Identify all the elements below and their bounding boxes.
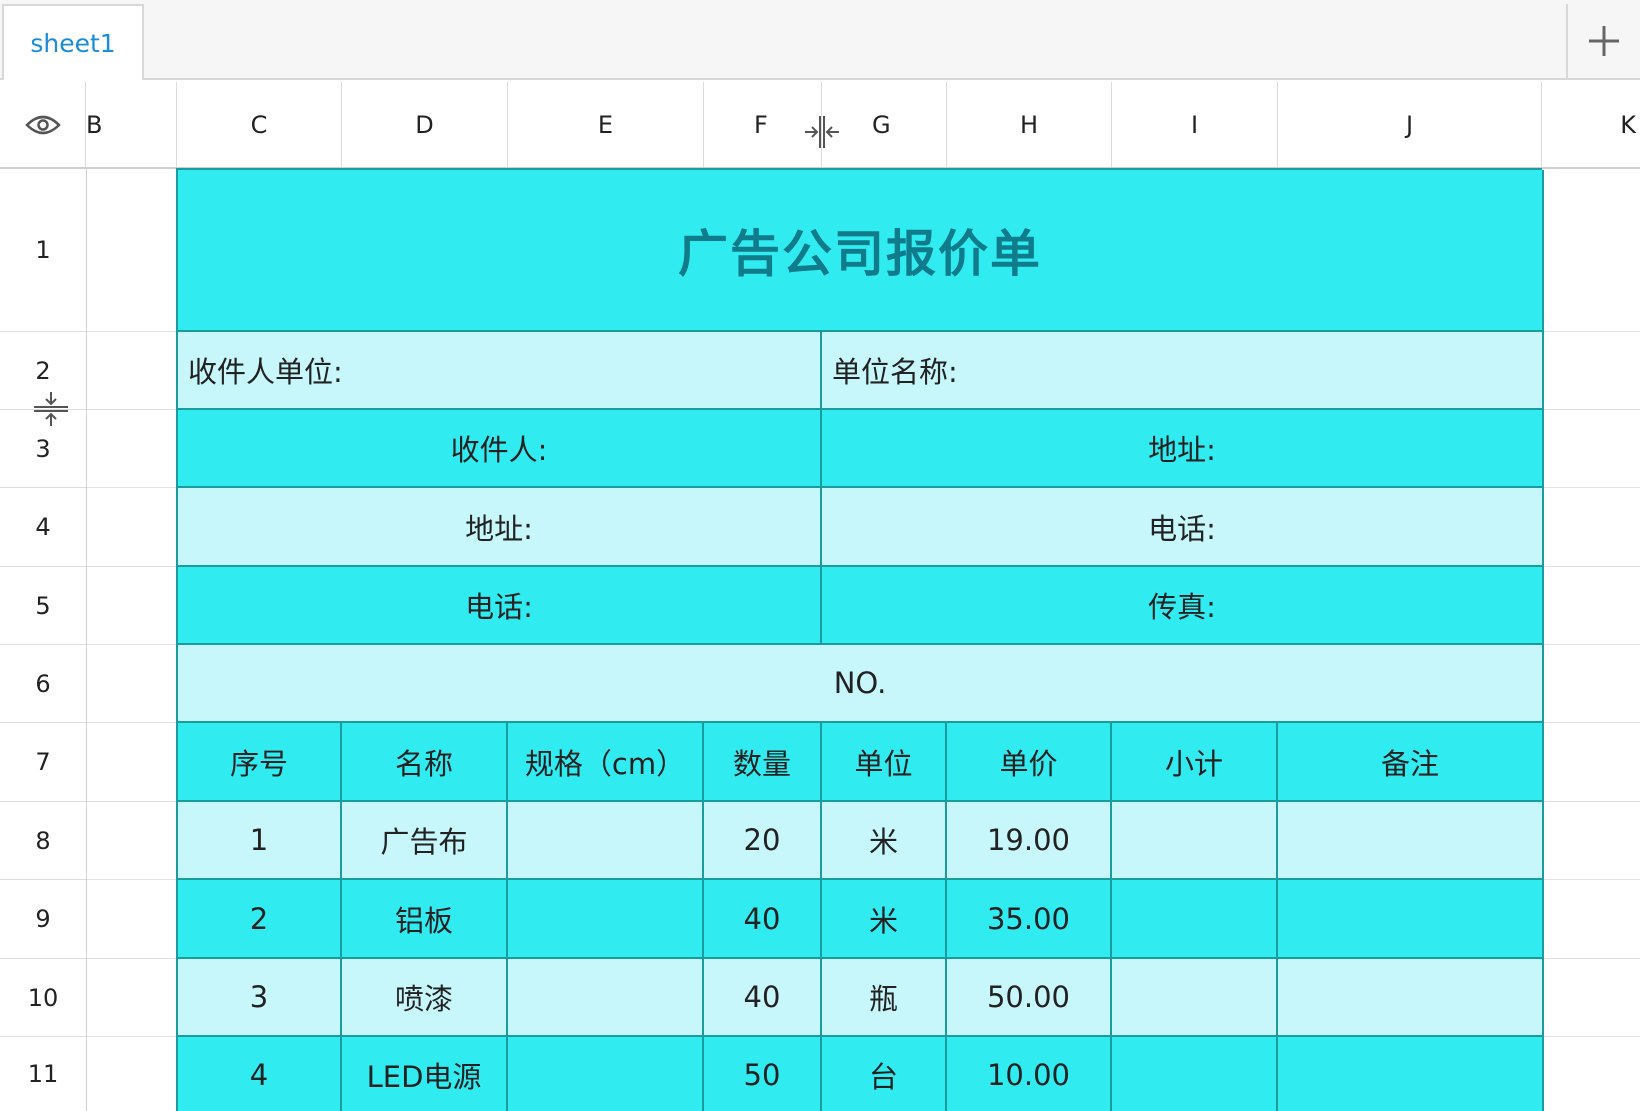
item-subtotal-cell[interactable] — [1112, 802, 1278, 880]
header-price[interactable]: 单价 — [947, 723, 1112, 802]
sheet-tab-bar: sheet1 — [0, 0, 1640, 80]
unit-name-cell[interactable]: 单位名称: — [822, 332, 1544, 410]
item-qty-cell[interactable]: 40 — [704, 880, 822, 959]
plus-icon — [1589, 26, 1619, 56]
column-header-i[interactable]: I — [1112, 82, 1278, 168]
grid-line — [87, 487, 176, 488]
eye-icon[interactable] — [24, 113, 61, 137]
item-unit-cell[interactable]: 米 — [822, 880, 947, 959]
header-subtotal[interactable]: 小计 — [1112, 723, 1278, 802]
item-index-cell[interactable]: 2 — [178, 880, 342, 959]
item-name-cell[interactable]: LED电源 — [342, 1037, 508, 1111]
row-header-11[interactable]: 11 — [0, 1037, 86, 1111]
sheet-tab-sheet1[interactable]: sheet1 — [2, 4, 144, 80]
row-resize-icon[interactable] — [32, 390, 70, 428]
select-all-corner[interactable] — [0, 82, 86, 168]
spreadsheet-app: sheet1 B C D E F G H I J K 1 2 3 4 5 6 7… — [0, 0, 1640, 1111]
recipient-unit-cell[interactable]: 收件人单位: — [178, 332, 822, 410]
quote-title: 广告公司报价单 — [678, 224, 1042, 283]
grid-line — [87, 958, 176, 959]
item-name-cell[interactable]: 广告布 — [342, 802, 508, 880]
grid-line — [1544, 644, 1640, 645]
grid-line — [1544, 331, 1640, 332]
row-header-1[interactable]: 1 — [0, 168, 86, 332]
add-sheet-button[interactable] — [1566, 4, 1640, 78]
grid-line — [1544, 487, 1640, 488]
grid-line — [87, 566, 176, 567]
grid-line — [87, 331, 176, 332]
row-header-9[interactable]: 9 — [0, 880, 86, 959]
item-note-cell[interactable] — [1278, 1037, 1544, 1111]
sheet-tab-label: sheet1 — [30, 28, 116, 58]
grid-line — [87, 644, 176, 645]
phone-cell-right[interactable]: 电话: — [822, 488, 1544, 567]
header-name[interactable]: 名称 — [342, 723, 508, 802]
recipient-cell[interactable]: 收件人: — [178, 410, 822, 488]
grid-line — [1544, 409, 1640, 410]
grid-line — [1544, 1036, 1640, 1037]
item-subtotal-cell[interactable] — [1112, 880, 1278, 959]
item-qty-cell[interactable]: 40 — [704, 959, 822, 1037]
item-unit-cell[interactable]: 瓶 — [822, 959, 947, 1037]
item-price-cell[interactable]: 35.00 — [947, 880, 1112, 959]
column-header-h[interactable]: H — [947, 82, 1112, 168]
row-header-6[interactable]: 6 — [0, 645, 86, 723]
grid-line — [87, 409, 176, 410]
address-cell-left[interactable]: 地址: — [178, 488, 822, 567]
item-qty-cell[interactable]: 20 — [704, 802, 822, 880]
item-spec-cell[interactable] — [508, 880, 704, 959]
column-header-b[interactable]: B — [86, 82, 177, 168]
item-price-cell[interactable]: 50.00 — [947, 959, 1112, 1037]
item-note-cell[interactable] — [1278, 802, 1544, 880]
item-price-cell[interactable]: 10.00 — [947, 1037, 1112, 1111]
item-index-cell[interactable]: 1 — [178, 802, 342, 880]
grid-line — [1544, 722, 1640, 723]
grid-line — [87, 722, 176, 723]
item-spec-cell[interactable] — [508, 1037, 704, 1111]
header-note[interactable]: 备注 — [1278, 723, 1544, 802]
item-subtotal-cell[interactable] — [1112, 959, 1278, 1037]
grid-line — [1544, 879, 1640, 880]
grid-line — [87, 1036, 176, 1037]
item-note-cell[interactable] — [1278, 959, 1544, 1037]
row-header-10[interactable]: 10 — [0, 959, 86, 1037]
address-cell-right[interactable]: 地址: — [822, 410, 1544, 488]
item-index-cell[interactable]: 4 — [178, 1037, 342, 1111]
item-unit-cell[interactable]: 米 — [822, 802, 947, 880]
grid-line — [87, 879, 176, 880]
grid-line — [87, 801, 176, 802]
item-name-cell[interactable]: 喷漆 — [342, 959, 508, 1037]
column-header-c[interactable]: C — [177, 82, 342, 168]
header-unit[interactable]: 单位 — [822, 723, 947, 802]
item-unit-cell[interactable]: 台 — [822, 1037, 947, 1111]
fax-cell[interactable]: 传真: — [822, 567, 1544, 645]
item-note-cell[interactable] — [1278, 880, 1544, 959]
row-header-4[interactable]: 4 — [0, 488, 86, 567]
column-resize-icon[interactable] — [803, 114, 841, 150]
item-price-cell[interactable]: 19.00 — [947, 802, 1112, 880]
header-index[interactable]: 序号 — [178, 723, 342, 802]
item-spec-cell[interactable] — [508, 959, 704, 1037]
quote-title-cell[interactable]: 广告公司报价单 — [178, 170, 1544, 332]
column-header-k[interactable]: K — [1542, 82, 1640, 168]
column-header-j[interactable]: J — [1278, 82, 1542, 168]
row-header-divider — [86, 168, 87, 1111]
grid-line — [1544, 958, 1640, 959]
row-header-5[interactable]: 5 — [0, 567, 86, 645]
grid-line — [1544, 801, 1640, 802]
header-spec[interactable]: 规格（cm） — [508, 723, 704, 802]
phone-cell-left[interactable]: 电话: — [178, 567, 822, 645]
row-header-8[interactable]: 8 — [0, 802, 86, 880]
column-header-d[interactable]: D — [342, 82, 508, 168]
grid-line — [1544, 566, 1640, 567]
item-qty-cell[interactable]: 50 — [704, 1037, 822, 1111]
item-spec-cell[interactable] — [508, 802, 704, 880]
number-cell[interactable]: NO. — [178, 645, 1544, 723]
column-header-e[interactable]: E — [508, 82, 704, 168]
item-subtotal-cell[interactable] — [1112, 1037, 1278, 1111]
item-name-cell[interactable]: 铝板 — [342, 880, 508, 959]
header-qty[interactable]: 数量 — [704, 723, 822, 802]
row-header-7[interactable]: 7 — [0, 723, 86, 802]
item-index-cell[interactable]: 3 — [178, 959, 342, 1037]
